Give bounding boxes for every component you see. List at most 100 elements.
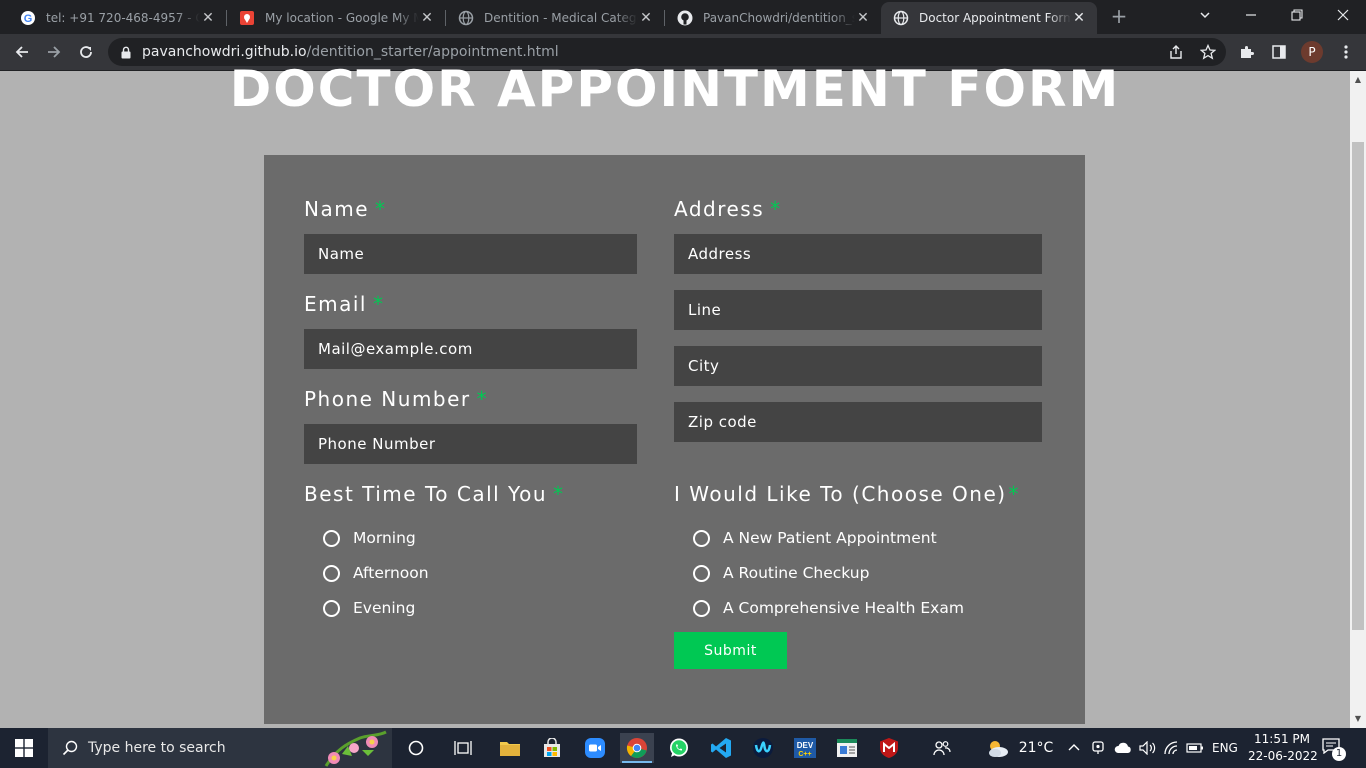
app-window-icon (837, 739, 857, 757)
required-marker: * (770, 197, 782, 221)
phone-label: Phone Number * (304, 387, 489, 411)
close-icon[interactable]: ✕ (1071, 10, 1087, 26)
people-button[interactable] (925, 733, 959, 763)
radio-button[interactable] (323, 599, 340, 617)
close-icon[interactable]: ✕ (638, 10, 654, 26)
radio-button[interactable] (693, 529, 710, 547)
svg-text:G: G (24, 13, 33, 25)
tab-google-search[interactable]: G tel: +91 720-468-4957 - Google Search … (8, 2, 226, 34)
battery-icon[interactable] (1186, 742, 1204, 754)
chrome-button[interactable] (620, 733, 654, 763)
address-input[interactable] (674, 234, 1042, 274)
globe-icon (458, 10, 474, 26)
address-label: Address * (674, 197, 782, 221)
radio-afternoon[interactable]: Afternoon (323, 562, 429, 584)
scroll-down-arrow-icon[interactable]: ▼ (1353, 714, 1363, 724)
wifi-icon[interactable] (1164, 741, 1180, 755)
dev-cpp-button[interactable]: DEV C++ (788, 733, 822, 763)
url-path: /dentition_starter/appointment.html (306, 44, 559, 60)
vscode-icon (711, 738, 731, 758)
tab-search-button[interactable] (1182, 0, 1228, 30)
google-icon: G (20, 10, 36, 26)
search-icon (62, 740, 78, 756)
new-tab-button[interactable]: + (1108, 5, 1130, 27)
chevron-up-icon[interactable] (1068, 742, 1080, 752)
taskbar-search-box[interactable]: Type here to search (48, 728, 392, 768)
puzzle-icon (1241, 46, 1254, 58)
svg-text:DEV: DEV (797, 741, 814, 750)
zoom-button[interactable] (578, 733, 612, 763)
whatsapp-button[interactable] (662, 733, 696, 763)
whatsapp-icon (670, 738, 688, 757)
task-view-button[interactable] (446, 733, 480, 763)
choose-one-label: I Would Like To (Choose One) * (674, 482, 1021, 506)
radio-button[interactable] (693, 599, 710, 617)
star-icon[interactable] (1200, 44, 1216, 60)
restore-button[interactable] (1274, 0, 1320, 30)
email-input[interactable] (304, 329, 637, 369)
close-icon[interactable]: ✕ (855, 10, 871, 26)
microsoft-store-button[interactable] (535, 733, 569, 763)
weather-temperature: 21°C (1018, 740, 1054, 756)
required-marker: * (375, 197, 387, 221)
radio-button[interactable] (323, 529, 340, 547)
webcam-icon[interactable] (1091, 740, 1105, 756)
share-icon[interactable] (1168, 44, 1184, 60)
minimize-button[interactable] (1228, 0, 1274, 30)
weather-cloud-sun-icon (988, 741, 1008, 757)
github-icon (677, 10, 693, 26)
city-input[interactable] (674, 346, 1042, 386)
name-input[interactable] (304, 234, 637, 274)
radio-evening[interactable]: Evening (323, 597, 415, 619)
email-label: Email * (304, 292, 385, 316)
webex-button[interactable] (746, 733, 780, 763)
arrow-right-icon (48, 46, 61, 58)
required-marker: * (1008, 482, 1021, 506)
file-explorer-button[interactable] (493, 733, 527, 763)
start-button[interactable] (0, 728, 48, 768)
svg-text:C++: C++ (798, 751, 811, 758)
weather-widget[interactable]: 21°C (984, 733, 1054, 763)
cortana-button[interactable] (399, 733, 433, 763)
clock-time[interactable]: 11:51 PM (1254, 732, 1310, 746)
submit-button[interactable]: Submit (674, 632, 787, 669)
radio-new-patient[interactable]: A New Patient Appointment (693, 527, 937, 549)
people-icon (933, 741, 951, 756)
cortana-icon (408, 740, 424, 756)
vertical-scrollbar[interactable]: ▲ ▼ (1350, 71, 1366, 728)
radio-health-exam[interactable]: A Comprehensive Health Exam (693, 597, 964, 619)
radio-morning[interactable]: Morning (323, 527, 416, 549)
close-icon[interactable]: ✕ (200, 10, 216, 26)
tab-my-maps[interactable]: My location - Google My Maps ✕ (227, 2, 445, 34)
scroll-up-arrow-icon[interactable]: ▲ (1353, 75, 1363, 85)
zip-code-input[interactable] (674, 402, 1042, 442)
required-marker: * (373, 292, 385, 316)
tab-github-repo[interactable]: PavanChowdri/dentition_starter ✕ (665, 2, 881, 34)
tab-appointment-form[interactable]: Doctor Appointment Form Flat Responsive … (881, 2, 1097, 34)
phone-input[interactable] (304, 424, 637, 464)
webex-icon (753, 738, 773, 758)
arrow-left-icon (15, 46, 28, 58)
maps-icon (239, 10, 255, 26)
tab-dentition-template[interactable]: Dentition - Medical Category Bootstrap T… (446, 2, 664, 34)
scroll-thumb[interactable] (1352, 142, 1364, 630)
mcafee-button[interactable] (872, 733, 906, 763)
address-line-input[interactable] (674, 290, 1042, 330)
vscode-button[interactable] (704, 733, 738, 763)
radio-button[interactable] (323, 564, 340, 582)
notification-center-button[interactable]: 1 (1322, 738, 1346, 761)
chevron-down-icon (1200, 12, 1210, 19)
app-window-button[interactable] (830, 733, 864, 763)
url-text: pavanchowdri.github.io/dentition_starter… (142, 44, 559, 60)
onedrive-cloud-icon[interactable] (1114, 741, 1132, 755)
language-indicator[interactable]: ENG (1212, 741, 1238, 755)
radio-button[interactable] (693, 564, 710, 582)
search-placeholder: Type here to search (88, 740, 226, 756)
side-panel-icon (1272, 45, 1286, 59)
volume-icon[interactable] (1139, 741, 1157, 755)
close-window-button[interactable] (1320, 0, 1366, 30)
close-icon[interactable]: ✕ (419, 10, 435, 26)
clock-date[interactable]: 22-06-2022 (1248, 749, 1318, 763)
radio-routine-checkup[interactable]: A Routine Checkup (693, 562, 869, 584)
zoom-icon (585, 738, 605, 758)
